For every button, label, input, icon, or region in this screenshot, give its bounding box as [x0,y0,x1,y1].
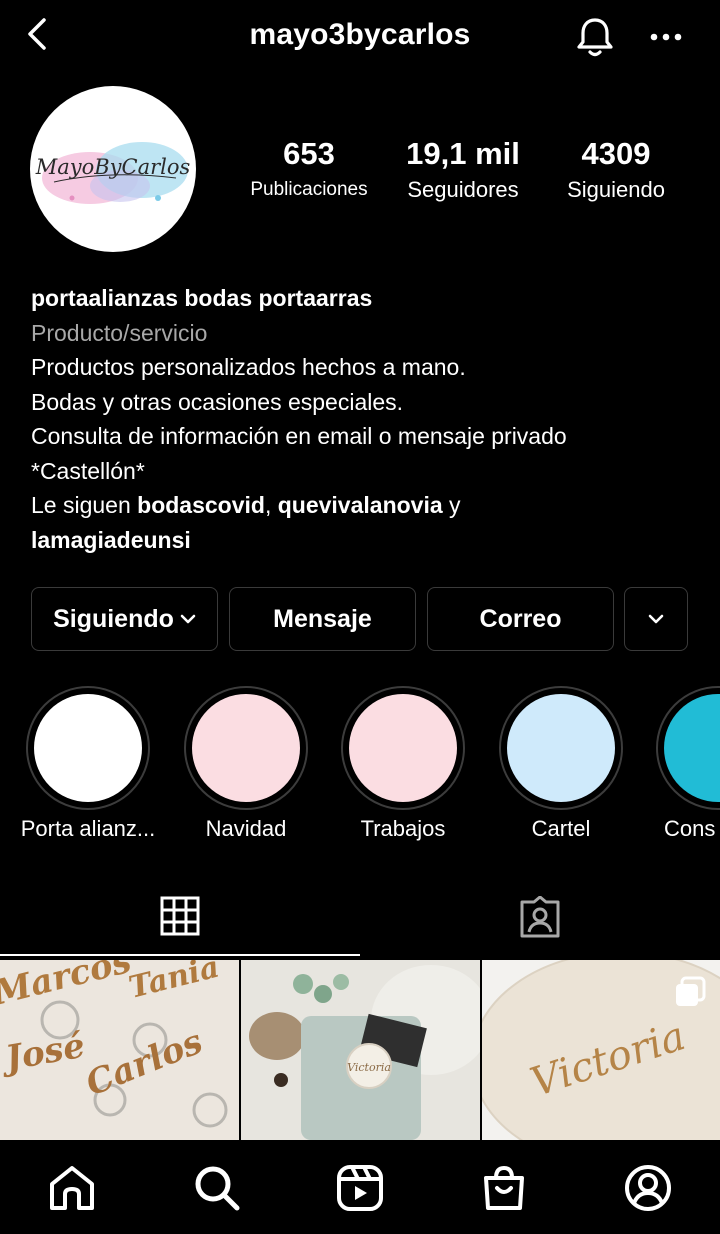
followed-by-user[interactable]: lamagiadeunsi [31,527,191,553]
highlight-cover [34,694,142,802]
highlight-ring [656,686,720,810]
followed-by[interactable]: Le siguen bodascovid, quevivalanovia y [31,488,701,523]
message-button-label: Mensaje [273,604,372,633]
stat-posts-label: Publicaciones [250,179,368,200]
top-bar: mayo3bycarlos [0,0,720,72]
highlight-item[interactable]: Porta alianz... [18,686,158,842]
stat-following-count: 4309 [581,136,651,171]
search-icon[interactable] [191,1162,243,1214]
highlight-label: Porta alianz... [20,816,156,841]
highlight-label: Cons [664,816,716,841]
post-word: Victoria [347,1061,391,1074]
bio-line: Consulta de información en email o mensa… [31,423,567,449]
reels-icon[interactable] [334,1162,386,1214]
suggested-accounts-button[interactable] [624,587,688,651]
post-thumbnail[interactable]: Victoria [482,960,720,1140]
stat-following[interactable]: 4309 Siguiendo [548,136,684,208]
highlight-ring [26,686,150,810]
profile-bio: portaalianzas bodas portaarras Producto/… [31,281,701,557]
bio-line: Bodas y otras ocasiones especiales. [31,388,404,415]
bio-line: *Castellón* [31,457,145,484]
stat-followers-count: 19,1 mil [406,136,520,171]
post-thumbnail[interactable]: Marcos Tania José Carlos [0,960,239,1140]
posts-grid: Marcos Tania José Carlos Victoria Victor… [0,960,720,1140]
highlight-ring [184,686,308,810]
followed-by-user[interactable]: quevivalanovia [278,492,443,518]
highlight-cover [192,694,300,802]
highlight-ring [499,686,623,810]
highlight-ring [341,686,465,810]
chevron-down-icon [180,614,196,624]
profile-stats: 653 Publicaciones 19,1 mil Seguidores 43… [236,136,686,216]
highlight-cover [664,694,720,802]
stat-followers[interactable]: 19,1 mil Seguidores [390,136,536,208]
story-highlights: Porta alianz... Navidad Trabajos Cartel … [0,686,720,846]
highlight-item[interactable]: Cons [648,686,720,842]
tab-tagged[interactable] [360,878,720,956]
post-image-name-sign: Victoria [482,960,720,1140]
shop-icon[interactable] [478,1162,530,1214]
tagged-person-icon [520,896,560,938]
highlight-item[interactable]: Cartel [491,686,631,842]
highlight-item[interactable]: Navidad [176,686,316,842]
post-image-name-keychains: Marcos Tania José Carlos [0,960,239,1140]
profile-icon[interactable] [622,1162,674,1214]
email-button-label: Correo [479,604,562,633]
more-dots-icon[interactable] [646,20,686,54]
highlight-cover [349,694,457,802]
followed-by-prefix: Le siguen [31,492,138,518]
message-button[interactable]: Mensaje [229,587,416,651]
profile-tabs [0,878,720,958]
grid-icon [160,896,200,936]
avatar-logo: MayoByCarlos [35,142,191,204]
tab-posts-grid[interactable] [0,878,360,956]
stat-following-label: Siguiendo [567,177,665,202]
stat-followers-label: Seguidores [407,177,519,202]
stat-posts-count: 653 [283,136,335,171]
highlight-cover [507,694,615,802]
chevron-down-icon [648,614,664,624]
bottom-navigation [0,1140,720,1234]
post-thumbnail[interactable]: Victoria [241,960,480,1140]
highlight-label: Trabajos [360,816,446,841]
post-image-baby-set: Victoria [241,960,480,1140]
stat-posts[interactable]: 653 Publicaciones [236,136,382,208]
bell-icon[interactable] [572,14,618,60]
highlight-label: Navidad [205,816,287,841]
following-button[interactable]: Siguiendo [31,587,218,651]
following-button-label: Siguiendo [53,604,174,633]
followed-by-separator: , [264,492,278,518]
highlight-item[interactable]: Trabajos [333,686,473,842]
profile-avatar[interactable]: MayoByCarlos [30,86,196,252]
home-icon[interactable] [46,1162,98,1214]
highlight-label: Cartel [531,816,591,841]
profile-display-name: portaalianzas bodas portaarras [31,285,373,311]
profile-category: Producto/servicio [31,319,208,346]
followed-by-separator: y [442,492,461,518]
bio-line: Productos personalizados hechos a mano. [31,354,466,380]
followed-by-user[interactable]: bodascovid [137,492,265,518]
email-button[interactable]: Correo [427,587,614,651]
